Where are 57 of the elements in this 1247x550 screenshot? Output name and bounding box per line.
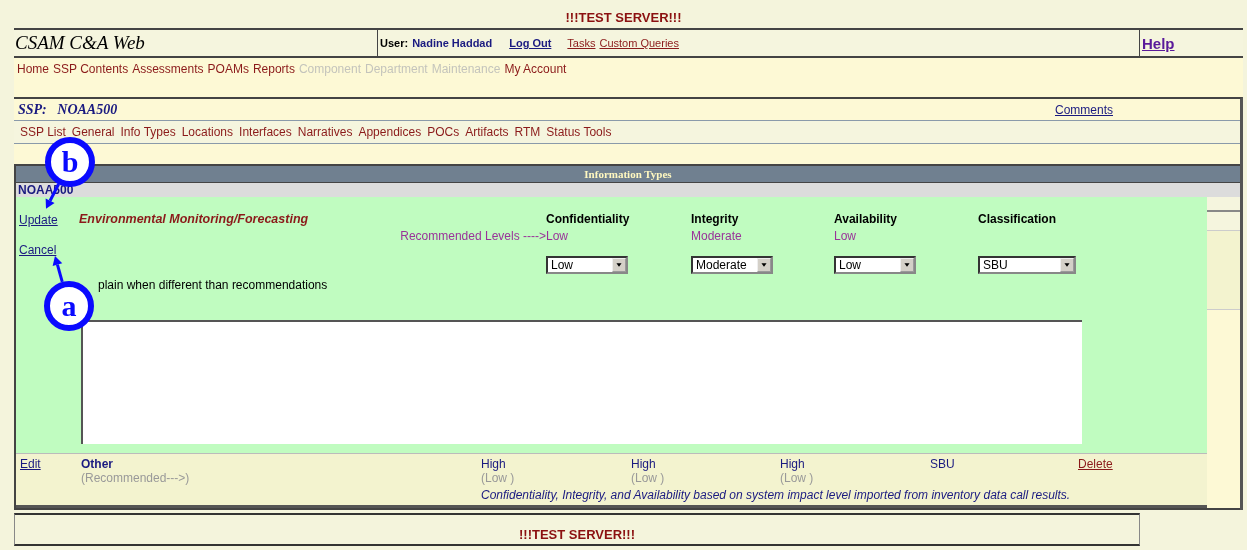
nav-link[interactable]: Reports [252,62,295,76]
user-label: User: [380,37,409,49]
app-title: CSAM C&A Web [14,30,378,56]
level-dropdown[interactable]: Low [834,256,916,274]
recommended-label: (Recommended--->) [81,471,190,485]
nav-link[interactable]: My Account [504,62,567,76]
logout-link[interactable]: Log Out [509,37,552,49]
column-header: Availability [834,212,897,226]
ssp-tab[interactable]: Appendices [358,125,422,139]
info-type-name: Other [81,457,113,471]
ssp-tab[interactable]: Artifacts [465,125,509,139]
ssp-tab[interactable]: RTM [514,125,541,139]
nav-link[interactable]: Assessments [132,62,204,76]
nav-link[interactable]: SSP Contents [53,62,129,76]
ssp-tab[interactable]: General [71,125,115,139]
test-server-label: !!!TEST SERVER!!! [565,8,682,25]
nav-link[interactable]: Home [17,62,49,76]
recommended-level: Low [546,229,568,243]
update-link[interactable]: Update [19,213,58,227]
ssp-tab[interactable]: Info Types [120,125,176,139]
ssp-tab[interactable]: POCs [427,125,460,139]
level-dropdown[interactable]: Low [546,256,628,274]
user-name: Nadine Haddad [412,37,493,49]
explanation-field[interactable] [81,320,1082,444]
impact-note: Confidentiality, Integrity, and Availability based on system impact level imported from inventory data call results. [481,488,1071,502]
recommended-level: (Low ) [780,471,814,485]
explain-label: plain when different than recommendations [98,278,328,292]
level-value: High [780,457,805,471]
classification-value: SBU [930,457,955,471]
ssp-tab[interactable]: Locations [181,125,234,139]
header-link[interactable]: Tasks [567,37,596,49]
recommended-level: (Low ) [631,471,665,485]
ssp-tab[interactable]: Status Tools [546,125,612,139]
level-dropdown[interactable]: Moderate [691,256,773,274]
ssp-tab[interactable]: Interfaces [239,125,292,139]
column-header: Confidentiality [546,212,630,226]
recommended-level: Moderate [691,229,742,243]
comments-link[interactable]: Comments [1055,102,1113,117]
ssp-tab[interactable]: SSP List [20,125,66,139]
column-header: Integrity [691,212,739,226]
recommended-level: (Low ) [481,471,515,485]
ssp-title: SSP: NOAA500 [18,101,119,118]
level-dropdown[interactable]: SBU [978,256,1076,274]
header-link[interactable]: Custom Queries [599,37,679,49]
delete-link[interactable]: Delete [1078,457,1113,471]
help-link[interactable]: Help [1142,34,1175,52]
level-value: High [631,457,656,471]
recommended-label: Recommended Levels ----> [400,229,546,243]
cancel-link[interactable]: Cancel [19,243,57,257]
level-value: High [481,457,506,471]
info-type-name: Environmental Monitoring/Forecasting [79,212,310,226]
test-server-label: !!!TEST SERVER!!! [518,527,635,542]
edit-link[interactable]: Edit [20,457,41,471]
nav-link[interactable]: POAMs [207,62,249,76]
column-header: Classification [978,212,1057,226]
recommended-level: Low [834,229,856,243]
ssp-tab[interactable]: Narratives [297,125,353,139]
